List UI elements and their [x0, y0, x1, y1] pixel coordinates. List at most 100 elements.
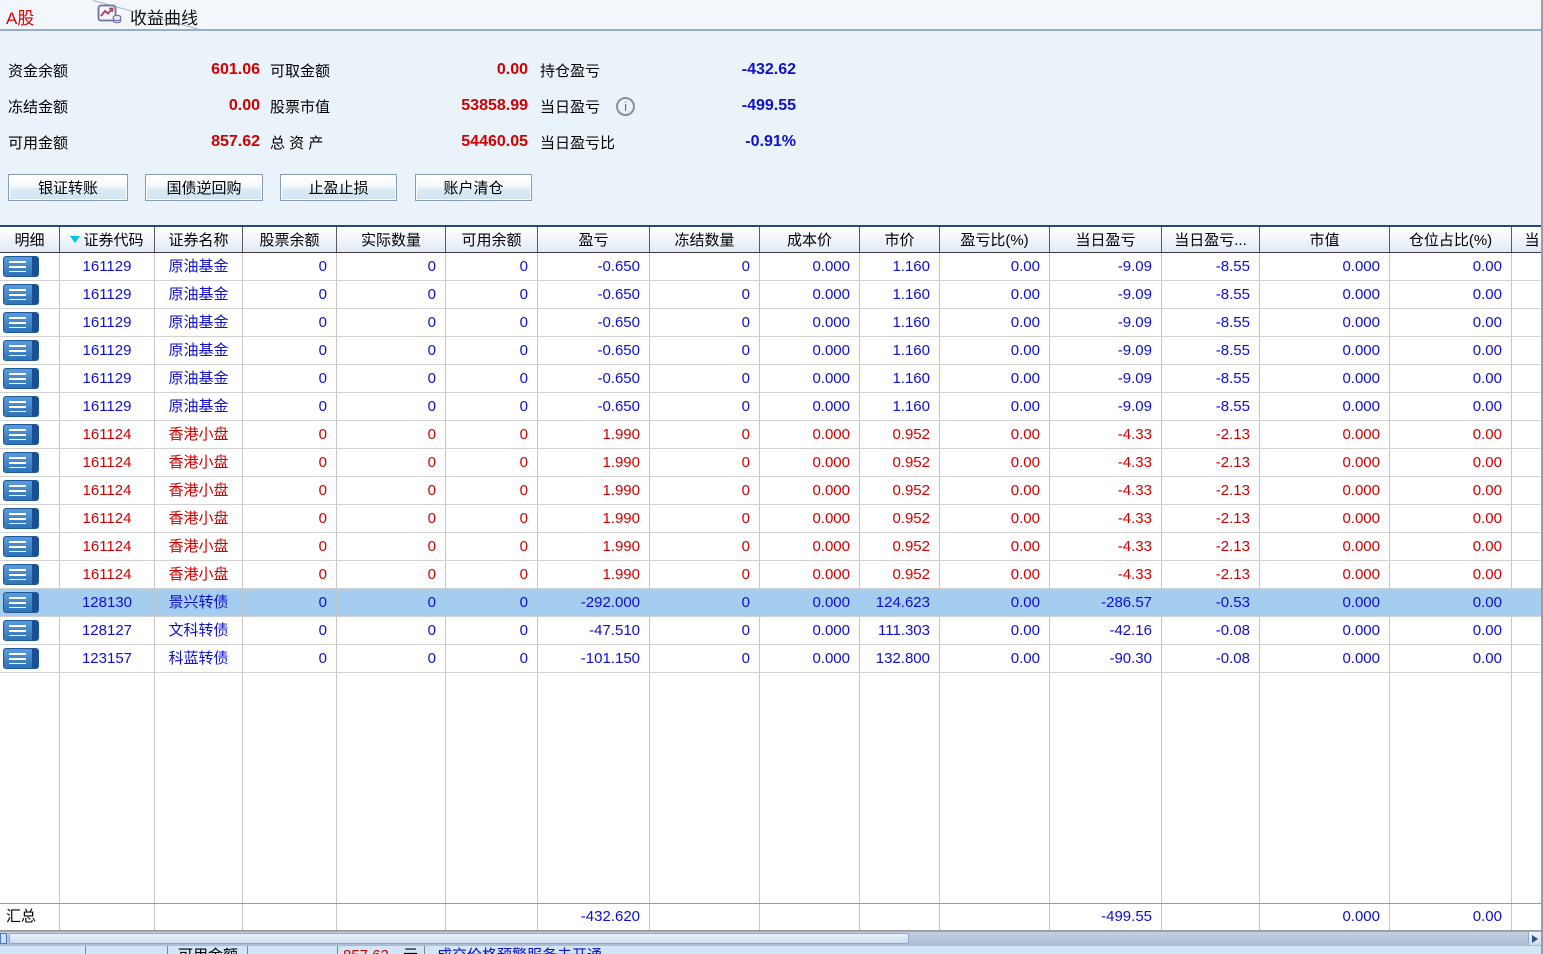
cell-pnl_pct: 0.00	[940, 309, 1050, 336]
detail-icon[interactable]	[3, 648, 39, 669]
column-header[interactable]: 证券代码	[60, 227, 155, 252]
cell-day_pnl2: -0.08	[1162, 617, 1260, 644]
detail-icon[interactable]	[3, 536, 39, 557]
cell-pos_pct: 0.00	[1390, 337, 1512, 364]
table-row[interactable]: 161124香港小盘0001.99000.0000.9520.00-4.33-2…	[0, 421, 1543, 449]
detail-icon[interactable]	[3, 452, 39, 473]
column-header[interactable]: 明细	[0, 227, 60, 252]
table-filler	[0, 673, 1543, 903]
column-header[interactable]: 当	[1512, 227, 1543, 252]
detail-icon[interactable]	[3, 592, 39, 613]
cell-available: 0	[446, 421, 538, 448]
cell-actual: 0	[337, 533, 446, 560]
scrollbar-thumb[interactable]	[9, 933, 909, 944]
table-row[interactable]: 161124香港小盘0001.99000.0000.9520.00-4.33-2…	[0, 533, 1543, 561]
action-button-row: 银证转账 国债逆回购 止盈止损 账户清仓	[0, 170, 1541, 225]
status-divider	[167, 946, 168, 954]
column-header[interactable]: 股票余额	[243, 227, 337, 252]
cell-pnl: -0.650	[538, 309, 650, 336]
table-row[interactable]: 161129原油基金000-0.65000.0001.1600.00-9.09-…	[0, 393, 1543, 421]
table-row[interactable]: 161124香港小盘0001.99000.0000.9520.00-4.33-2…	[0, 505, 1543, 533]
table-header: 明细证券代码证券名称股票余额实际数量可用余额盈亏冻结数量成本价市价盈亏比(%)当…	[0, 225, 1543, 253]
treasury-repo-button[interactable]: 国债逆回购	[145, 174, 263, 201]
summary-cell	[760, 904, 860, 930]
cell-extra	[1512, 477, 1543, 504]
cell-code: 161129	[60, 365, 155, 392]
tab-a-shares[interactable]: A股	[6, 4, 34, 29]
column-header[interactable]: 盈亏比(%)	[940, 227, 1050, 252]
cell-balance: 0	[243, 589, 337, 616]
detail-icon[interactable]	[3, 620, 39, 641]
cell-name: 文科转债	[155, 617, 243, 644]
summary-label: 汇总	[0, 904, 60, 930]
cell-pos_pct: 0.00	[1390, 589, 1512, 616]
cell-balance: 0	[243, 449, 337, 476]
cell-pnl_pct: 0.00	[940, 253, 1050, 280]
detail-icon[interactable]	[3, 312, 39, 333]
detail-icon[interactable]	[3, 564, 39, 585]
bank-transfer-button[interactable]: 银证转账	[8, 174, 128, 201]
cell-cost: 0.000	[760, 281, 860, 308]
info-icon[interactable]: i	[616, 97, 635, 116]
table-row[interactable]: 161124香港小盘0001.99000.0000.9520.00-4.33-2…	[0, 477, 1543, 505]
cell-name: 香港小盘	[155, 449, 243, 476]
table-summary-row: 汇总-432.620-499.550.0000.00	[0, 903, 1543, 931]
cell-code: 161124	[60, 449, 155, 476]
detail-icon[interactable]	[3, 284, 39, 305]
cell-extra	[1512, 365, 1543, 392]
cell-mktval: 0.000	[1260, 365, 1390, 392]
cell-price: 1.160	[860, 309, 940, 336]
tab-profit-curve[interactable]: 收益曲线	[97, 2, 198, 31]
cell-code: 128127	[60, 617, 155, 644]
table-row[interactable]: 161129原油基金000-0.65000.0001.1600.00-9.09-…	[0, 337, 1543, 365]
column-header[interactable]: 成本价	[760, 227, 860, 252]
table-row[interactable]: 161129原油基金000-0.65000.0001.1600.00-9.09-…	[0, 281, 1543, 309]
cell-price: 1.160	[860, 253, 940, 280]
stop-profit-loss-button[interactable]: 止盈止损	[280, 174, 397, 201]
table-row[interactable]: 128130景兴转债000-292.00000.000124.6230.00-2…	[0, 589, 1543, 617]
table-row[interactable]: 128127文科转债000-47.51000.000111.3030.00-42…	[0, 617, 1543, 645]
cell-pnl_pct: 0.00	[940, 589, 1050, 616]
cell-pnl: 1.990	[538, 421, 650, 448]
status-bar: 可用金额 857.62 元 成交价格预警服务未开通	[0, 945, 1541, 954]
scrollbar-right-arrow-icon[interactable]	[1528, 932, 1541, 945]
table-row[interactable]: 123157科蓝转债000-101.15000.000132.8000.00-9…	[0, 645, 1543, 673]
column-header[interactable]: 实际数量	[337, 227, 446, 252]
detail-icon[interactable]	[3, 396, 39, 417]
table-row[interactable]: 161129原油基金000-0.65000.0001.1600.00-9.09-…	[0, 365, 1543, 393]
table-row[interactable]: 161124香港小盘0001.99000.0000.9520.00-4.33-2…	[0, 561, 1543, 589]
column-header[interactable]: 证券名称	[155, 227, 243, 252]
horizontal-scrollbar[interactable]	[0, 931, 1541, 945]
table-row[interactable]: 161129原油基金000-0.65000.0001.1600.00-9.09-…	[0, 253, 1543, 281]
cell-balance: 0	[243, 309, 337, 336]
summary-row-1: 资金余额 601.06 可取金额 0.00 持仓盈亏 -432.62	[0, 57, 1541, 83]
cell-day_pnl: -4.33	[1050, 449, 1162, 476]
daily-pnl-ratio: 当日盈亏比 -0.91%	[540, 129, 796, 155]
detail-icon[interactable]	[3, 340, 39, 361]
cell-cost: 0.000	[760, 393, 860, 420]
cell-available: 0	[446, 505, 538, 532]
cell-mktval: 0.000	[1260, 505, 1390, 532]
table-row[interactable]: 161129原油基金000-0.65000.0001.1600.00-9.09-…	[0, 309, 1543, 337]
detail-icon[interactable]	[3, 368, 39, 389]
clear-account-button[interactable]: 账户清仓	[415, 174, 532, 201]
cell-mktval: 0.000	[1260, 393, 1390, 420]
summary-cell	[337, 904, 446, 930]
detail-icon[interactable]	[3, 424, 39, 445]
column-header[interactable]: 当日盈亏	[1050, 227, 1162, 252]
summary-cell: -499.55	[1050, 904, 1162, 930]
column-header[interactable]: 冻结数量	[650, 227, 760, 252]
column-header[interactable]: 市价	[860, 227, 940, 252]
column-header[interactable]: 仓位占比(%)	[1390, 227, 1512, 252]
cell-pnl: -101.150	[538, 645, 650, 672]
table-row[interactable]: 161124香港小盘0001.99000.0000.9520.00-4.33-2…	[0, 449, 1543, 477]
detail-icon[interactable]	[3, 480, 39, 501]
column-header[interactable]: 可用余额	[446, 227, 538, 252]
column-header[interactable]: 市值	[1260, 227, 1390, 252]
column-header[interactable]: 当日盈亏...	[1162, 227, 1260, 252]
detail-icon[interactable]	[3, 256, 39, 277]
scrollbar-left-grip[interactable]	[0, 933, 7, 944]
column-header[interactable]: 盈亏	[538, 227, 650, 252]
detail-icon[interactable]	[3, 508, 39, 529]
cell-available: 0	[446, 449, 538, 476]
